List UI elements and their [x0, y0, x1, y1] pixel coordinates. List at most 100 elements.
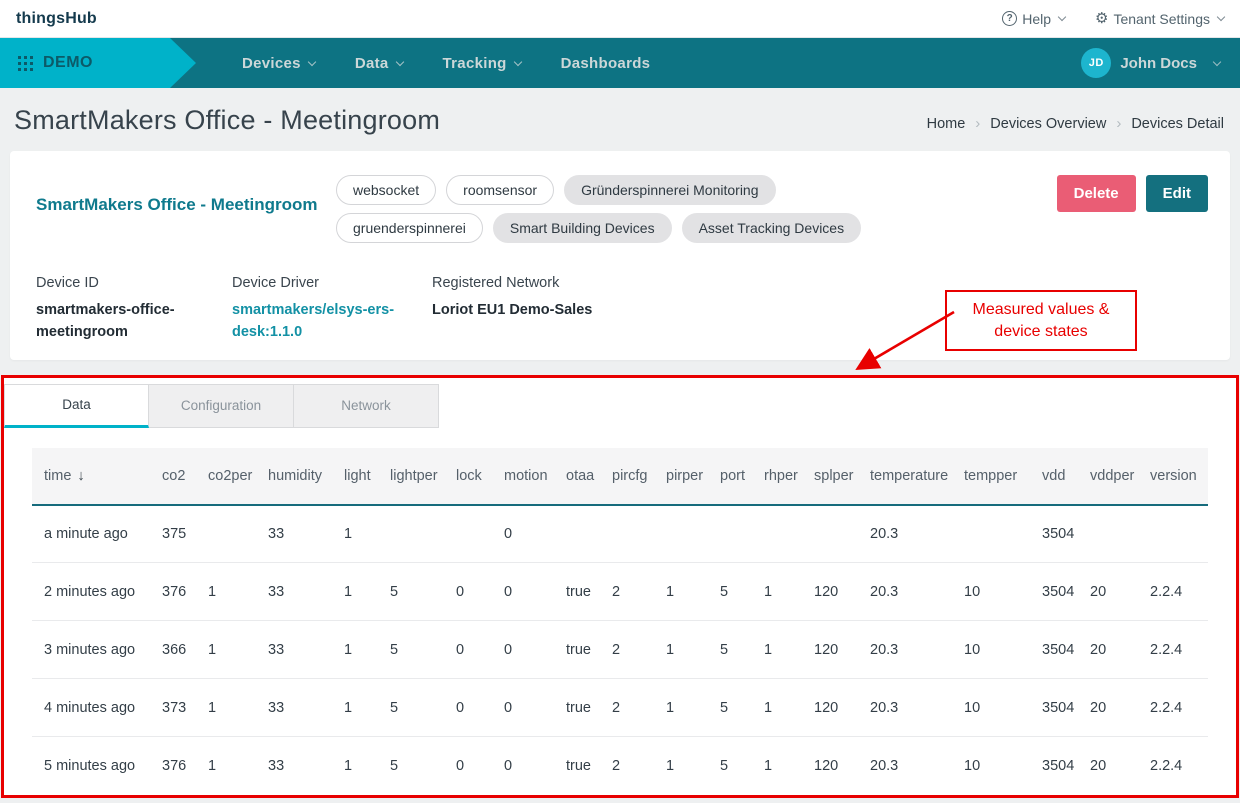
breadcrumb-item-devices-detail: Devices Detail — [1131, 116, 1224, 132]
column-header-light[interactable]: light — [332, 448, 378, 505]
column-header-tempper[interactable]: tempper — [952, 448, 1030, 505]
nav-item-tracking[interactable]: Tracking — [443, 55, 521, 72]
cell-rhper — [752, 505, 802, 563]
cell-pircfg — [600, 505, 654, 563]
tag-smart-building-devices[interactable]: Smart Building Devices — [493, 213, 672, 243]
table-body: a minute ago375331020.335042 minutes ago… — [32, 505, 1208, 795]
cell-splper: 120 — [802, 679, 858, 737]
cell-pircfg: 2 — [600, 679, 654, 737]
field-device-driver: Device Driversmartmakers/elsys-ers-desk:… — [232, 275, 432, 344]
help-menu[interactable]: ? Help — [1002, 11, 1065, 27]
table-header-row: time↓co2co2perhumiditylightlightperlockm… — [32, 448, 1208, 505]
cell-motion: 0 — [492, 679, 554, 737]
cell-rhper: 1 — [752, 621, 802, 679]
data-section: DataConfigurationNetwork time↓co2co2perh… — [1, 375, 1239, 798]
column-header-humidity[interactable]: humidity — [256, 448, 332, 505]
nav-item-devices[interactable]: Devices — [242, 55, 315, 72]
column-header-time[interactable]: time↓ — [32, 448, 150, 505]
cell-version — [1138, 505, 1208, 563]
cell-lightper: 5 — [378, 621, 444, 679]
cell-port — [708, 505, 752, 563]
cell-temperature: 20.3 — [858, 563, 952, 621]
grid-icon — [18, 56, 33, 71]
cell-humidity: 33 — [256, 679, 332, 737]
app-logo[interactable]: thingsHub — [16, 10, 97, 28]
edit-button[interactable]: Edit — [1146, 175, 1208, 212]
cell-light: 1 — [332, 737, 378, 795]
tag-gr-nderspinnerei-monitoring[interactable]: Gründerspinnerei Monitoring — [564, 175, 775, 205]
column-header-vdd[interactable]: vdd — [1030, 448, 1078, 505]
cell-pirper: 1 — [654, 737, 708, 795]
cell-motion: 0 — [492, 563, 554, 621]
chevron-down-icon — [1217, 13, 1225, 21]
nav-item-dashboards[interactable]: Dashboards — [561, 55, 651, 72]
tag-websocket[interactable]: websocket — [336, 175, 436, 205]
field-registered-network: Registered NetworkLoriot EU1 Demo-Sales — [432, 275, 592, 344]
cell-vddper — [1078, 505, 1138, 563]
cell-port: 5 — [708, 563, 752, 621]
breadcrumb-item-home[interactable]: Home — [927, 116, 966, 132]
cell-otaa: true — [554, 737, 600, 795]
column-header-rhper[interactable]: rhper — [752, 448, 802, 505]
nav-item-label: Devices — [242, 55, 301, 72]
cell-otaa: true — [554, 621, 600, 679]
column-header-version[interactable]: version — [1138, 448, 1208, 505]
cell-co2per: 1 — [196, 679, 256, 737]
cell-vdd: 3504 — [1030, 737, 1078, 795]
main-nav: Devices Data Tracking Dashboards — [242, 38, 650, 88]
cell-rhper: 1 — [752, 563, 802, 621]
cell-vdd: 3504 — [1030, 621, 1078, 679]
tag-asset-tracking-devices[interactable]: Asset Tracking Devices — [682, 213, 862, 243]
column-header-splper[interactable]: splper — [802, 448, 858, 505]
cell-vdd: 3504 — [1030, 505, 1078, 563]
field-label: Device ID — [36, 275, 232, 291]
cell-pircfg: 2 — [600, 737, 654, 795]
cell-tempper — [952, 505, 1030, 563]
cell-lock: 0 — [444, 737, 492, 795]
column-header-pircfg[interactable]: pircfg — [600, 448, 654, 505]
cell-vddper: 20 — [1078, 679, 1138, 737]
tab-data[interactable]: Data — [4, 384, 149, 428]
tab-configuration[interactable]: Configuration — [149, 384, 294, 428]
tag-roomsensor[interactable]: roomsensor — [446, 175, 554, 205]
cell-lock: 0 — [444, 621, 492, 679]
column-header-vddper[interactable]: vddper — [1078, 448, 1138, 505]
cell-pircfg: 2 — [600, 621, 654, 679]
column-header-lightper[interactable]: lightper — [378, 448, 444, 505]
column-header-motion[interactable]: motion — [492, 448, 554, 505]
table-row: 4 minutes ago3731331500true215112020.310… — [32, 679, 1208, 737]
column-header-port[interactable]: port — [708, 448, 752, 505]
breadcrumb-item-devices-overview[interactable]: Devices Overview — [990, 116, 1106, 132]
tenant-settings-menu[interactable]: ⚙ Tenant Settings — [1095, 11, 1224, 27]
column-header-lock[interactable]: lock — [444, 448, 492, 505]
measurements-table: time↓co2co2perhumiditylightlightperlockm… — [32, 448, 1208, 795]
cell-lock: 0 — [444, 563, 492, 621]
page-title: SmartMakers Office - Meetingroom — [14, 105, 440, 136]
column-header-temperature[interactable]: temperature — [858, 448, 952, 505]
cell-light: 1 — [332, 563, 378, 621]
delete-button[interactable]: Delete — [1057, 175, 1136, 212]
cell-temperature: 20.3 — [858, 737, 952, 795]
tag-gruenderspinnerei[interactable]: gruenderspinnerei — [336, 213, 483, 243]
field-device-id: Device IDsmartmakers-office-meetingroom — [36, 275, 232, 344]
cell-lock: 0 — [444, 679, 492, 737]
column-header-co2per[interactable]: co2per — [196, 448, 256, 505]
column-header-otaa[interactable]: otaa — [554, 448, 600, 505]
cell-humidity: 33 — [256, 563, 332, 621]
tab-network[interactable]: Network — [294, 384, 439, 428]
cell-pirper: 1 — [654, 563, 708, 621]
cell-co2: 376 — [150, 737, 196, 795]
column-header-co2[interactable]: co2 — [150, 448, 196, 505]
cell-co2: 375 — [150, 505, 196, 563]
cell-version: 2.2.4 — [1138, 737, 1208, 795]
workspace-switcher[interactable]: DEMO — [0, 38, 196, 88]
cell-time: 2 minutes ago — [32, 563, 150, 621]
cell-motion: 0 — [492, 621, 554, 679]
column-header-pirper[interactable]: pirper — [654, 448, 708, 505]
field-value[interactable]: smartmakers/elsys-ers-desk:1.1.0 — [232, 299, 404, 344]
measurements-table-wrap: time↓co2co2perhumiditylightlightperlockm… — [4, 428, 1236, 795]
cell-co2per: 1 — [196, 621, 256, 679]
gear-icon: ⚙ — [1095, 11, 1108, 26]
user-menu[interactable]: JD John Docs — [1081, 38, 1240, 88]
nav-item-data[interactable]: Data — [355, 55, 403, 72]
